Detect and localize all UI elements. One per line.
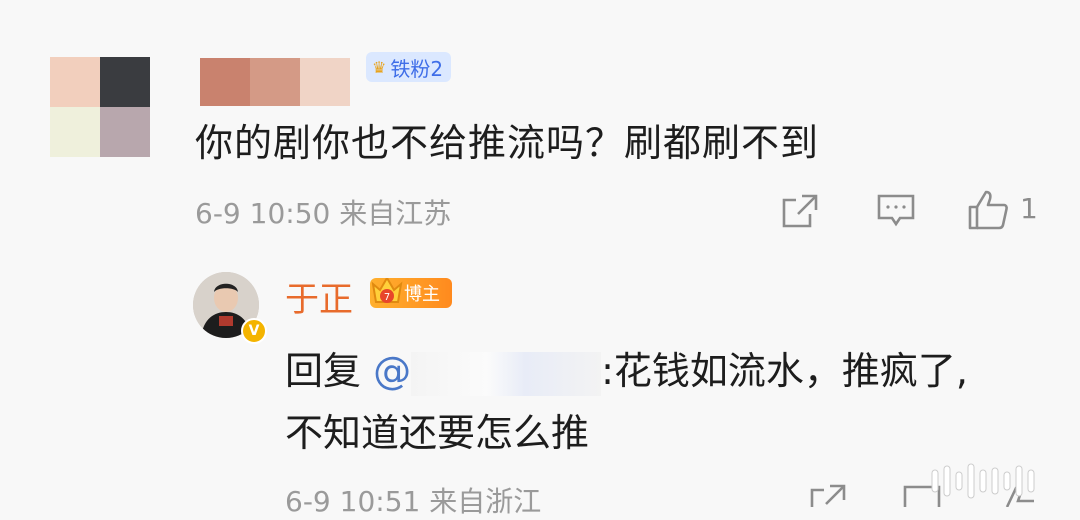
- mention-name-blurred[interactable]: [411, 351, 602, 396]
- reply-share-icon[interactable]: [808, 482, 848, 507]
- commenter-avatar[interactable]: [50, 57, 150, 157]
- reply-text: :花钱如流水，推疯了,: [601, 349, 968, 393]
- watermark-logo: [930, 462, 1050, 512]
- comment-icon[interactable]: [876, 193, 916, 229]
- reply-text-line2: 不知道还要怎么推: [285, 411, 590, 455]
- reply-text-line1: 回复 @ :花钱如流水，推疯了,: [285, 340, 968, 396]
- reply-meta: 6-9 10:51 来自浙江: [285, 485, 542, 518]
- blogger-badge[interactable]: 7 博主: [370, 278, 452, 308]
- crown-level-icon: 7: [371, 278, 403, 303]
- like-icon[interactable]: [966, 188, 1010, 232]
- verified-v-icon: V: [241, 318, 267, 344]
- fan-crown-icon: ♛: [372, 57, 387, 77]
- mention-at[interactable]: @: [373, 349, 411, 393]
- blogger-badge-label: 博主: [404, 284, 440, 305]
- comment-meta: 6-9 10:50 来自江苏: [195, 197, 452, 230]
- fan-badge[interactable]: ♛ 铁粉2: [366, 52, 452, 82]
- like-count: 1: [1020, 192, 1038, 225]
- commenter-name-blurred[interactable]: [200, 58, 350, 106]
- reply-prefix: 回复: [285, 349, 362, 393]
- share-icon[interactable]: [780, 192, 820, 230]
- reply-author-name[interactable]: 于正: [285, 272, 353, 321]
- comment-text: 你的剧你也不给推流吗？刷都刷不到: [195, 121, 820, 165]
- svg-text:7: 7: [384, 292, 390, 303]
- fan-badge-label: 铁粉2: [390, 56, 444, 81]
